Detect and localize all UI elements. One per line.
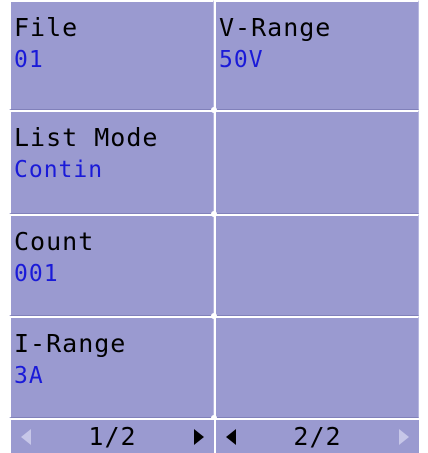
v-range-value: 50V <box>219 47 264 73</box>
cell-empty-3 <box>214 316 419 418</box>
cell-empty-1 <box>214 110 419 214</box>
pager-right: 2/2 <box>214 418 419 453</box>
cell-empty-2 <box>214 214 419 316</box>
triangle-left-icon <box>21 428 31 445</box>
i-range-label: I-Range <box>14 329 127 358</box>
cell-i-range[interactable]: I-Range 3A <box>9 316 214 418</box>
i-range-value: 3A <box>14 363 44 389</box>
count-value: 001 <box>14 261 59 287</box>
grid-dot <box>211 107 217 113</box>
settings-panel: File 01 V-Range 50V List Mode Contin Cou… <box>9 0 419 453</box>
triangle-right-icon[interactable] <box>194 428 204 445</box>
file-label: File <box>14 13 79 42</box>
cell-v-range[interactable]: V-Range 50V <box>214 0 419 110</box>
cell-list-mode[interactable]: List Mode Contin <box>9 110 214 214</box>
count-label: Count <box>14 227 95 256</box>
triangle-right-icon <box>399 428 409 445</box>
v-range-label: V-Range <box>219 13 332 42</box>
list-mode-label: List Mode <box>14 123 159 152</box>
pager-left: 1/2 <box>9 418 214 453</box>
cell-count[interactable]: Count 001 <box>9 214 214 316</box>
grid-dot <box>211 313 217 319</box>
page-indicator-2: 2/2 <box>293 421 342 451</box>
page-indicator-1: 1/2 <box>88 421 137 451</box>
list-mode-value: Contin <box>14 157 104 183</box>
grid-dot <box>211 211 217 217</box>
triangle-left-icon[interactable] <box>226 428 236 445</box>
cell-file[interactable]: File 01 <box>9 0 214 110</box>
file-value: 01 <box>14 47 44 73</box>
